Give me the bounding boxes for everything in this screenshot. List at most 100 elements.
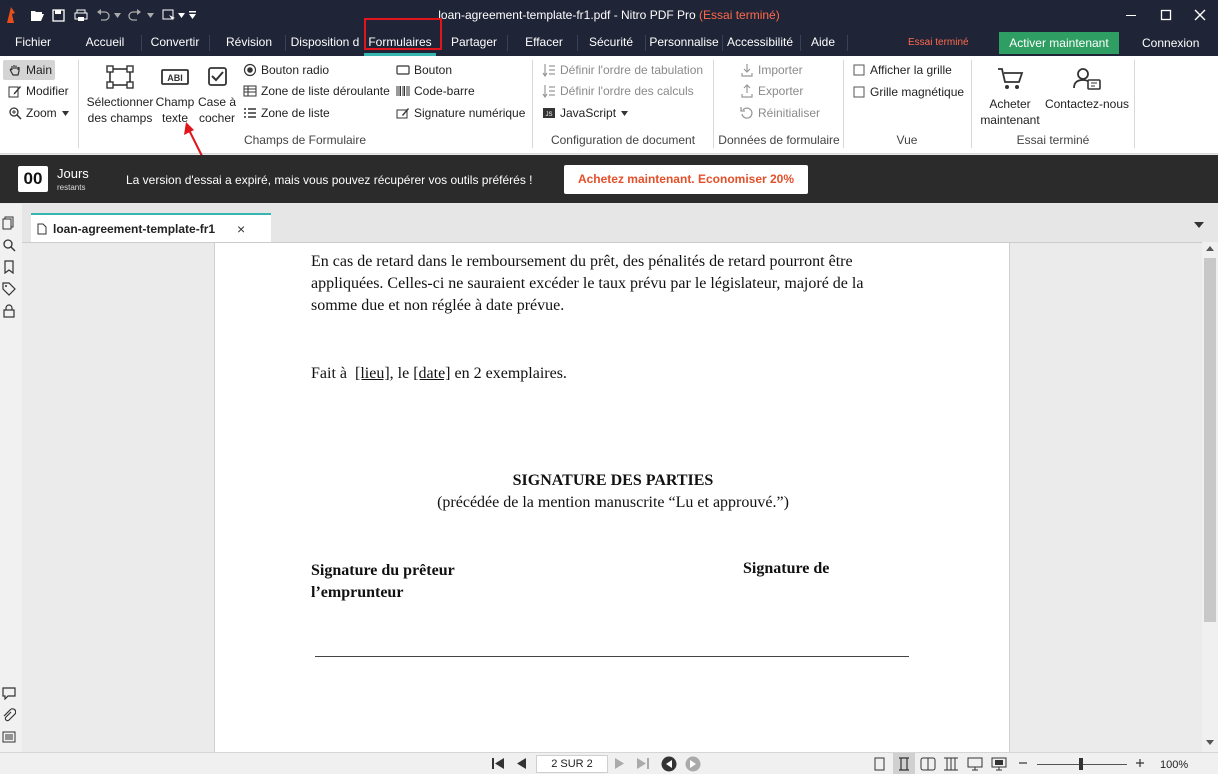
search-icon[interactable]	[2, 238, 16, 252]
status-bar: 2 SUR 2 100%	[0, 752, 1218, 774]
tag-icon[interactable]	[2, 282, 16, 296]
show-grid-checkbox[interactable]: Afficher la grille	[852, 63, 952, 77]
trial-ended-label: Essai terminé	[908, 37, 969, 48]
trial-group-label: Essai terminé	[1016, 133, 1090, 147]
tab-convertir[interactable]: Convertir	[146, 30, 204, 56]
last-page-icon[interactable]	[636, 757, 650, 770]
tab-aide[interactable]: Aide	[805, 30, 841, 56]
buy-now-discount-button[interactable]: Achetez maintenant. Economiser 20%	[564, 165, 808, 194]
zoom-percentage[interactable]: 100%	[1160, 759, 1188, 771]
tab-effacer[interactable]: Effacer	[516, 30, 572, 56]
left-sidebar	[0, 204, 22, 754]
connexion-link[interactable]: Connexion	[1142, 36, 1199, 50]
text-field-button[interactable]: ABI Champ texte	[155, 64, 195, 126]
forward-view-icon[interactable]	[685, 756, 701, 772]
zoom-in-icon[interactable]	[1135, 758, 1145, 768]
full-screen-icon[interactable]	[991, 757, 1007, 771]
form-data-group-label: Données de formulaire	[718, 133, 840, 147]
lieu-placeholder: [lieu]	[355, 365, 390, 382]
bookmark-icon[interactable]	[2, 260, 16, 274]
document-icon	[37, 223, 47, 235]
close-window-icon[interactable]	[1191, 6, 1209, 24]
contact-icon	[1073, 68, 1101, 90]
tab-revision[interactable]: Révision	[218, 30, 280, 56]
list-box-tool[interactable]: Zone de liste	[243, 106, 330, 120]
modifier-tool-button[interactable]: Modifier	[8, 84, 69, 98]
attachment-icon[interactable]	[2, 708, 16, 722]
checkbox-unchecked-icon	[853, 86, 865, 98]
checkbox-field-button[interactable]: Case à cocher	[197, 64, 237, 126]
first-page-icon[interactable]	[491, 757, 505, 770]
two-page-continuous-icon[interactable]	[943, 757, 959, 771]
previous-page-icon[interactable]	[515, 757, 527, 770]
zoom-icon	[9, 107, 22, 120]
text-field-label-1: Champ	[155, 95, 195, 109]
document-tab[interactable]: loan-agreement-template-fr1 ×	[31, 213, 271, 242]
scroll-down-icon[interactable]	[1206, 740, 1214, 745]
button-tool[interactable]: Bouton	[396, 63, 452, 77]
tab-accueil[interactable]: Accueil	[74, 30, 136, 56]
page-number-input[interactable]: 2 SUR 2	[536, 755, 608, 773]
tab-fichier[interactable]: Fichier	[2, 30, 64, 56]
maximize-icon[interactable]	[1157, 6, 1175, 24]
zoom-out-icon[interactable]	[1018, 758, 1028, 768]
scroll-up-icon[interactable]	[1206, 246, 1214, 251]
checkbox-unchecked-icon	[853, 64, 865, 76]
continuous-page-icon[interactable]	[897, 757, 911, 771]
barcode-tool[interactable]: Code-barre	[396, 84, 475, 98]
activate-now-button[interactable]: Activer maintenant	[999, 32, 1119, 54]
next-page-icon[interactable]	[614, 757, 626, 770]
import-tool[interactable]: Importer	[740, 63, 803, 77]
lender-signature-label: Signature du prêteur l’emprunteur	[311, 562, 455, 601]
button-tool-label: Bouton	[414, 63, 453, 77]
select-fields-icon	[106, 65, 134, 89]
contact-us-label: Contactez-nous	[1044, 97, 1130, 111]
tab-order-tool[interactable]: Définir l'ordre de tabulation	[542, 63, 703, 77]
tab-securite[interactable]: Sécurité	[584, 30, 638, 56]
select-fields-button[interactable]: Sélectionner des champs	[86, 64, 154, 126]
back-view-icon[interactable]	[661, 756, 677, 772]
comment-icon[interactable]	[2, 686, 16, 700]
buy-now-button[interactable]: Acheter maintenant	[977, 66, 1043, 128]
window-title: loan-agreement-template-fr1.pdf - Nitro …	[438, 8, 780, 22]
digital-signature-label: Signature numérique	[414, 106, 526, 120]
close-tab-icon[interactable]: ×	[237, 221, 245, 237]
cart-icon	[998, 68, 1024, 89]
magnetic-grid-checkbox[interactable]: Grille magnétique	[852, 85, 964, 99]
document-viewer[interactable]: En cas de retard dans le remboursement d…	[22, 242, 1202, 753]
presentation-icon[interactable]	[967, 757, 983, 771]
lock-icon[interactable]	[2, 304, 16, 318]
fields-list-icon[interactable]	[2, 730, 16, 744]
calc-order-tool[interactable]: Définir l'ordre des calculs	[542, 84, 694, 98]
tabs-dropdown-icon[interactable]	[1194, 222, 1204, 228]
formulaires-highlight-box	[364, 18, 442, 50]
tab-partager[interactable]: Partager	[446, 30, 502, 56]
reset-tool[interactable]: Réinitialiser	[740, 106, 820, 120]
form-fields-group-label: Champs de Formulaire	[243, 133, 367, 147]
tab-personnalise[interactable]: Personnalise	[649, 30, 719, 56]
vertical-scrollbar[interactable]	[1202, 242, 1218, 752]
tab-disposition[interactable]: Disposition d	[290, 30, 360, 56]
export-label: Exporter	[758, 84, 804, 98]
zoom-slider-knob[interactable]	[1079, 758, 1083, 770]
zoom-tool-label: Zoom	[26, 106, 57, 120]
two-page-icon[interactable]	[920, 757, 936, 771]
main-tool-button[interactable]: Main	[8, 63, 52, 77]
dropdown-list-label: Zone de liste déroulante	[261, 84, 390, 98]
javascript-tool[interactable]: JS JavaScript	[542, 106, 629, 120]
dropdown-list-tool[interactable]: Zone de liste déroulante	[243, 84, 390, 98]
svg-text:JS: JS	[545, 112, 552, 118]
export-tool[interactable]: Exporter	[740, 84, 803, 98]
tab-accessibilite[interactable]: Accessibilité	[725, 30, 795, 56]
digital-signature-tool[interactable]: Signature numérique	[396, 106, 525, 120]
zoom-tool-button[interactable]: Zoom	[8, 106, 69, 120]
minimize-icon[interactable]	[1122, 6, 1140, 24]
pdf-page[interactable]: En cas de retard dans le remboursement d…	[214, 243, 1010, 753]
pages-icon[interactable]	[2, 216, 16, 230]
contact-us-button[interactable]: Contactez-nous	[1044, 66, 1130, 112]
view-group-label: Vue	[896, 133, 918, 147]
radio-button-tool[interactable]: Bouton radio	[243, 63, 329, 77]
list-box-label: Zone de liste	[261, 106, 330, 120]
scroll-thumb[interactable]	[1204, 258, 1216, 622]
single-page-icon[interactable]	[874, 757, 886, 771]
